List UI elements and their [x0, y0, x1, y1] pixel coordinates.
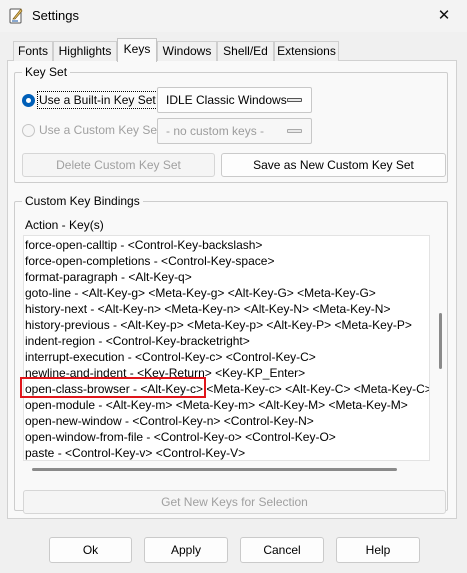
list-item[interactable]: paste - <Control-Key-v> <Control-Key-V> — [25, 445, 245, 460]
list-item[interactable]: format-paragraph - <Alt-Key-q> — [25, 269, 192, 285]
key-bindings-list[interactable]: force-open-calltip - <Control-Key-backsl… — [23, 235, 430, 461]
bindings-column-header: Action - Key(s) — [25, 218, 104, 232]
delete-custom-key-set-button[interactable]: Delete Custom Key Set — [22, 153, 215, 177]
highlight-annotation-box — [20, 377, 206, 398]
tab-fonts[interactable]: Fonts — [13, 41, 53, 61]
tab-label: Extensions — [277, 44, 336, 58]
cancel-button[interactable]: Cancel — [240, 537, 324, 563]
builtin-key-set-label[interactable]: Use a Built-in Key Set — [37, 91, 158, 109]
save-custom-key-set-button[interactable]: Save as New Custom Key Set — [221, 153, 446, 177]
tab-keys[interactable]: Keys — [117, 38, 157, 62]
list-item[interactable]: interrupt-execution - <Control-Key-c> <C… — [25, 349, 316, 365]
list-item[interactable]: history-next - <Alt-Key-n> <Meta-Key-n> … — [25, 301, 390, 317]
tab-label: Keys — [123, 42, 151, 56]
dropdown-indicator-icon — [287, 129, 302, 133]
ok-button[interactable]: Ok — [49, 537, 132, 563]
custom-key-set-menu[interactable]: - no custom keys - — [157, 118, 312, 144]
tab-shell-ed[interactable]: Shell/Ed — [217, 41, 274, 61]
custom-key-set-value: - no custom keys - — [166, 124, 265, 138]
dropdown-indicator-icon — [287, 98, 302, 102]
builtin-key-set-radio[interactable] — [22, 94, 35, 107]
builtin-key-set-value: IDLE Classic Windows — [166, 93, 287, 107]
horizontal-scrollbar[interactable] — [32, 468, 397, 471]
key-set-title: Key Set — [22, 65, 71, 79]
tab-extensions[interactable]: Extensions — [274, 41, 339, 61]
idle-feather-icon — [9, 8, 23, 24]
get-new-keys-button[interactable]: Get New Keys for Selection — [23, 490, 446, 514]
title-bar: Settings ✕ — [0, 0, 467, 32]
tab-label: Shell/Ed — [223, 44, 268, 58]
list-item[interactable]: open-module - <Alt-Key-m> <Meta-Key-m> <… — [25, 397, 408, 413]
close-icon: ✕ — [437, 7, 451, 24]
tab-label: Highlights — [58, 44, 112, 58]
list-item[interactable]: force-open-completions - <Control-Key-sp… — [25, 253, 274, 269]
builtin-key-set-menu[interactable]: IDLE Classic Windows — [157, 87, 312, 113]
list-item[interactable]: history-previous - <Alt-Key-p> <Meta-Key… — [25, 317, 412, 333]
help-button[interactable]: Help — [336, 537, 420, 563]
tab-label: Fonts — [17, 44, 48, 58]
custom-key-bindings-title: Custom Key Bindings — [22, 194, 143, 208]
list-item[interactable]: open-window-from-file - <Control-Key-o> … — [25, 429, 336, 445]
apply-button[interactable]: Apply — [144, 537, 228, 563]
list-item[interactable]: force-open-calltip - <Control-Key-backsl… — [25, 237, 262, 253]
tab-highlights[interactable]: Highlights — [53, 41, 117, 61]
tab-windows[interactable]: Windows — [157, 41, 217, 61]
list-item[interactable]: open-new-window - <Control-Key-n> <Contr… — [25, 413, 314, 429]
tab-label: Windows — [162, 44, 212, 58]
custom-key-set-label[interactable]: Use a Custom Key Set — [39, 123, 160, 137]
list-item[interactable]: indent-region - <Control-Key-bracketrigh… — [25, 333, 250, 349]
list-item[interactable]: goto-line - <Alt-Key-g> <Meta-Key-g> <Al… — [25, 285, 376, 301]
custom-key-set-radio[interactable] — [22, 124, 35, 137]
vertical-scrollbar[interactable] — [439, 313, 442, 369]
close-button[interactable]: ✕ — [421, 0, 467, 32]
window-title: Settings — [32, 8, 79, 23]
